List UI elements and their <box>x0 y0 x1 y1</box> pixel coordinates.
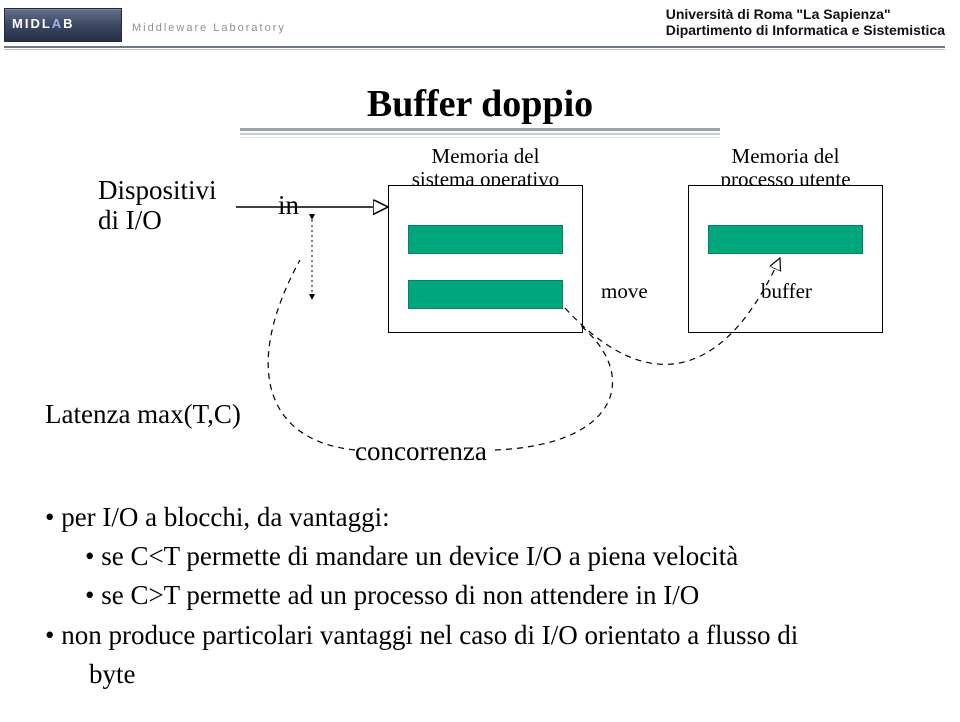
slide-header: MIDLAB Middleware Laboratory Università … <box>0 0 960 52</box>
logo-subtitle: Middleware Laboratory <box>132 22 286 34</box>
proc-mem-cap-l1: Memoria del <box>732 144 840 168</box>
content-block: Latenza max(T,C) per I/O a blocchi, da v… <box>45 395 920 694</box>
in-label: in <box>278 190 299 221</box>
proc-memory-box <box>688 185 883 333</box>
logo-text-main: MIDL <box>12 16 52 31</box>
bullet-1: per I/O a blocchi, da vantaggi: se C<T p… <box>45 498 920 615</box>
page-title: Buffer doppio <box>0 82 960 126</box>
sub-bullet-2: se C>T permette ad un processo di non at… <box>85 576 920 615</box>
logo: MIDLAB Middleware Laboratory <box>4 8 304 42</box>
bullet-2-cont: byte <box>89 655 920 694</box>
logo-text-accent: A <box>52 16 63 31</box>
bullet-2-text: non produce particolari vantaggi nel cas… <box>61 620 798 650</box>
university-line2: Dipartimento di Informatica e Sistemisti… <box>666 22 945 38</box>
bullet-1-text: per I/O a blocchi, da vantaggi: <box>61 502 389 532</box>
os-buffer-1 <box>408 225 563 254</box>
university-block: Università di Roma "La Sapienza" Diparti… <box>666 6 945 38</box>
header-separator-thin <box>4 49 945 50</box>
os-memory-box <box>388 185 583 333</box>
header-separator <box>4 46 945 48</box>
university-line1: Università di Roma "La Sapienza" <box>666 6 945 22</box>
devices-label-l1: Dispositivi <box>98 175 217 206</box>
os-mem-cap-l1: Memoria del <box>432 144 540 168</box>
sub-bullet-1: se C<T permette di mandare un device I/O… <box>85 537 920 576</box>
buffer-label: buffer <box>761 279 812 304</box>
move-label: move <box>601 279 648 304</box>
os-buffer-2 <box>408 280 563 309</box>
bullet-2: non produce particolari vantaggi nel cas… <box>45 616 920 655</box>
proc-buffer-1 <box>708 225 863 254</box>
title-underline <box>240 128 720 140</box>
logo-text-end: B <box>63 16 74 31</box>
latency-line: Latenza max(T,C) <box>45 395 920 434</box>
logo-text: MIDLAB <box>12 16 75 31</box>
devices-label-l2: di I/O <box>98 205 162 236</box>
